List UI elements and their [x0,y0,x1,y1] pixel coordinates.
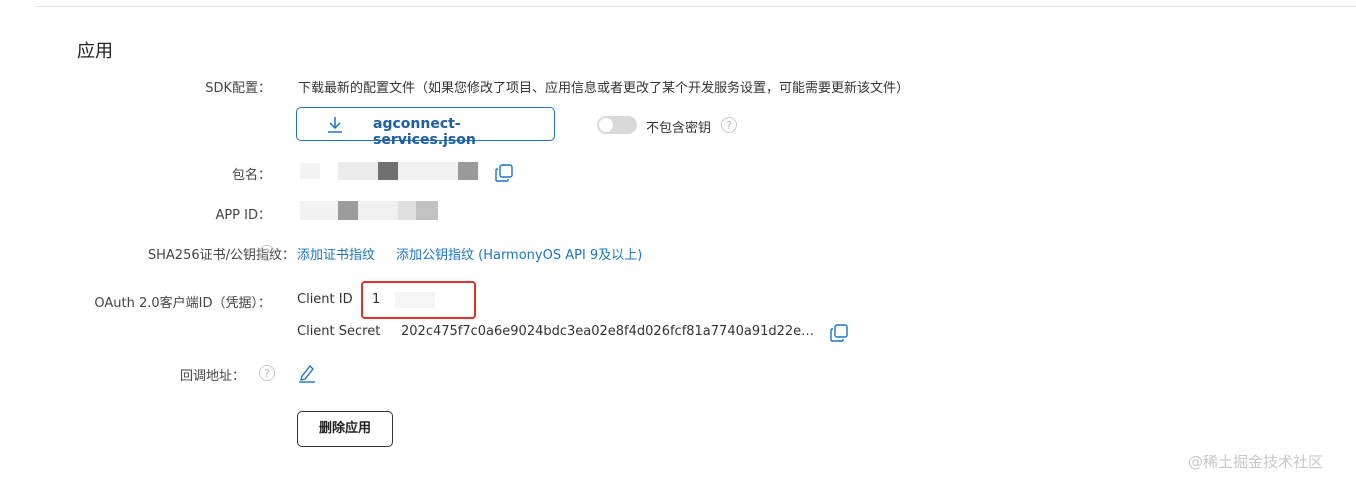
download-icon [328,117,342,133]
copy-icon[interactable] [495,164,513,182]
client-id-label: Client ID [297,292,353,307]
help-icon[interactable]: ? [259,245,275,261]
section-title: 应用 [77,41,113,62]
download-config-button[interactable]: agconnect-services.json [296,107,555,148]
edit-icon[interactable] [298,363,316,383]
sdk-config-label: SDK配置： [205,81,271,96]
help-icon[interactable]: ? [721,117,737,133]
download-config-label: agconnect-services.json [373,116,476,148]
copy-icon[interactable] [830,324,848,342]
top-divider [36,6,1356,7]
app-id-label: APP ID： [215,208,271,223]
client-secret-value: 202c475f7c0a6e9024bdc3ea02e8f4d026fcf81a… [401,324,815,339]
package-name-label: 包名： [231,168,271,183]
client-id-redacted [395,292,435,308]
sdk-description: 下载最新的配置文件（如果您修改了项目、应用信息或者更改了某个开发服务设置，可能需… [298,81,910,96]
oauth-client-label: OAuth 2.0客户端ID（凭据）： [94,296,271,311]
exclude-key-toggle[interactable] [597,116,637,134]
watermark: @稀土掘金技术社区 [1188,453,1324,471]
exclude-key-label: 不包含密钥 [646,121,712,136]
help-icon[interactable]: ? [259,365,275,381]
callback-url-label: 回调地址： [179,369,245,384]
client-secret-label: Client Secret [297,324,381,339]
add-cert-fingerprint-link[interactable]: 添加证书指纹 [297,244,375,263]
delete-app-button[interactable]: 删除应用 [297,411,393,447]
toggle-knob [599,118,613,132]
client-id-value: 1 [372,292,381,307]
add-pubkey-fingerprint-link[interactable]: 添加公钥指纹 (HarmonyOS API 9及以上) [396,244,642,263]
